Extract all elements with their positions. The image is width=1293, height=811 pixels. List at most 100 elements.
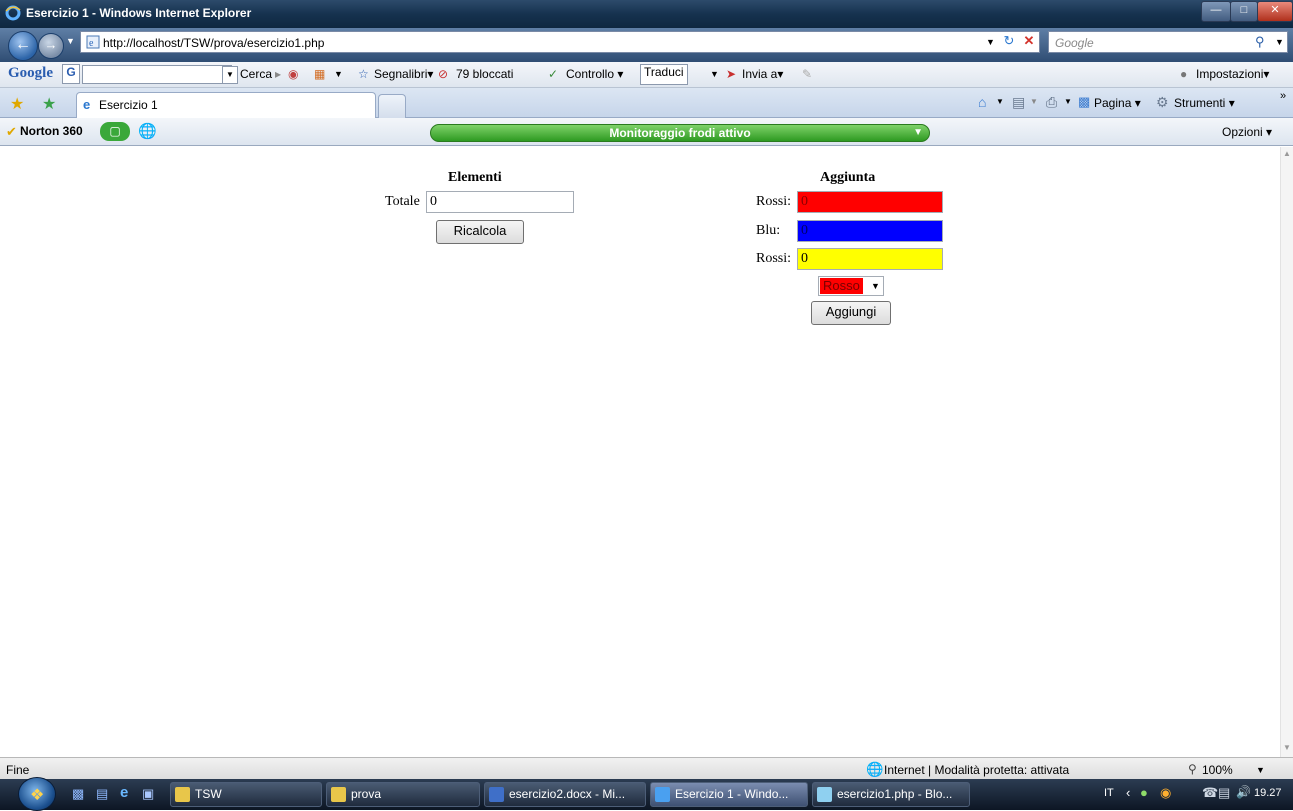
tab-esercizio-1[interactable]: e Esercizio 1	[76, 92, 376, 118]
page-icon: ▩	[1078, 94, 1091, 109]
volume-icon[interactable]: 🔊	[1236, 785, 1251, 799]
show-desktop-icon[interactable]: ▩	[72, 786, 84, 802]
clock[interactable]: 19.27	[1254, 787, 1282, 799]
spellcheck-button[interactable]: Controllo ▾	[566, 67, 623, 81]
home-icon[interactable]: ⌂	[978, 94, 986, 110]
recent-pages-dropdown-icon[interactable]: ▼	[66, 36, 75, 46]
translate-button[interactable]: Traduci	[640, 64, 688, 85]
news-icon[interactable]: ◉	[288, 67, 298, 81]
norton-toolbar: ✔ Norton 360 ▢ 🌐 Monitoraggio frodi atti…	[0, 118, 1293, 146]
total-input[interactable]: 0	[426, 191, 574, 213]
taskbar-item-notepad[interactable]: esercizio1.php - Blo...	[812, 782, 970, 807]
tools-menu-button[interactable]: Strumenti ▾	[1174, 96, 1235, 110]
google-menu-icon[interactable]: G	[62, 64, 80, 84]
search-options-icon[interactable]: ▼	[1275, 37, 1284, 47]
color-select[interactable]: Rosso ▼	[818, 276, 884, 296]
vertical-scrollbar[interactable]: ▲ ▼	[1280, 147, 1293, 757]
scroll-down-icon[interactable]: ▼	[1283, 743, 1291, 752]
favorites-star-icon[interactable]: ★	[10, 94, 24, 114]
rossi-input-2[interactable]: 0	[797, 248, 943, 270]
security-zone[interactable]: Internet | Modalità protetta: attivata	[884, 763, 1069, 777]
start-button[interactable]: ❖	[18, 777, 56, 811]
language-indicator[interactable]: IT	[1104, 787, 1114, 799]
feeds-icon[interactable]: ▤	[1012, 94, 1025, 111]
search-field[interactable]: Google ⚲ ▼	[1048, 31, 1288, 53]
print-icon[interactable]: ⎙	[1046, 94, 1057, 111]
url-dropdown-icon[interactable]: ▼	[986, 37, 995, 47]
norton-brand[interactable]: Norton 360	[20, 124, 83, 138]
ricalcola-button[interactable]: Ricalcola	[436, 220, 524, 244]
taskbar-item-word[interactable]: esercizio2.docx - Mi...	[484, 782, 646, 807]
chevron-down-icon[interactable]: ▼	[871, 281, 880, 291]
google-search-button[interactable]: Cerca	[240, 67, 272, 81]
new-tab-button[interactable]	[378, 94, 406, 118]
total-label: Totale	[385, 194, 420, 209]
network-icon[interactable]: ▤	[1218, 785, 1230, 801]
blu-label: Blu:	[756, 223, 781, 238]
blu-input[interactable]: 0	[797, 220, 943, 242]
zoom-level[interactable]: 100%	[1202, 763, 1233, 777]
pencil-icon[interactable]: ✎	[802, 67, 812, 81]
spellcheck-icon[interactable]: ✓	[548, 67, 558, 81]
send-to-button[interactable]: Invia a▾	[742, 67, 783, 81]
back-button[interactable]: ←	[8, 31, 38, 61]
search-icon[interactable]: ⚲	[1255, 34, 1265, 50]
rossi-label-1: Rossi:	[756, 194, 792, 209]
feeds-dropdown-icon[interactable]: ▼	[1030, 97, 1038, 106]
fraud-dropdown-icon[interactable]: ▼	[913, 125, 923, 141]
zoom-dropdown-icon[interactable]: ▼	[1256, 765, 1265, 775]
switch-windows-icon[interactable]: ▤	[96, 786, 108, 802]
url-field[interactable]: e http://localhost/TSW/prova/esercizio1.…	[80, 31, 1040, 53]
tab-page-icon: e	[83, 97, 91, 112]
notepad-icon	[817, 787, 832, 802]
color-select-value: Rosso	[820, 278, 863, 294]
stop-icon[interactable]: ✕	[1020, 33, 1038, 51]
arrow-icon[interactable]: ▸	[275, 67, 281, 81]
popup-blocked-count[interactable]: 79 bloccati	[456, 67, 513, 81]
home-dropdown-icon[interactable]: ▼	[996, 97, 1004, 106]
norton-pc-icon[interactable]: ▢	[100, 122, 130, 141]
chevron-down-icon[interactable]: ▼	[334, 69, 343, 79]
fraud-monitor-bar[interactable]: Monitoraggio frodi attivo ▼	[430, 124, 930, 142]
title-bar: Esercizio 1 - Windows Internet Explorer …	[0, 0, 1293, 28]
bookmarks-button[interactable]: Segnalibri▾	[374, 67, 433, 81]
ie-quicklaunch-icon[interactable]: e	[120, 784, 128, 801]
status-bar: Fine 🌐 Internet | Modalità protetta: att…	[0, 757, 1293, 779]
star-icon[interactable]: ☆	[358, 67, 369, 81]
print-dropdown-icon[interactable]: ▼	[1064, 97, 1072, 106]
minimize-button[interactable]: —	[1201, 1, 1231, 22]
rossi-input-1[interactable]: 0	[797, 191, 943, 213]
taskbar-item-tsw[interactable]: TSW	[170, 782, 322, 807]
norton-options-button[interactable]: Opzioni ▾	[1222, 125, 1272, 139]
page-menu-button[interactable]: Pagina ▾	[1094, 96, 1141, 110]
taskbar-item-ie[interactable]: Esercizio 1 - Windo...	[650, 782, 808, 807]
window-title: Esercizio 1 - Windows Internet Explorer	[26, 6, 252, 20]
page-content: Elementi Totale 0 Ricalcola Aggiunta Ros…	[0, 147, 1280, 757]
maximize-button[interactable]: □	[1230, 1, 1258, 22]
globe-icon[interactable]: 🌐	[138, 122, 157, 140]
search-placeholder: Google	[1055, 36, 1094, 50]
zoom-icon: ⚲	[1188, 762, 1197, 776]
google-search-dropdown-icon[interactable]: ▼	[222, 66, 238, 84]
norton-tray-icon[interactable]: ◉	[1160, 785, 1171, 801]
phone-tray-icon[interactable]: ☎	[1202, 785, 1218, 801]
taskbar-item-prova[interactable]: prova	[326, 782, 480, 807]
forward-button[interactable]: →	[38, 33, 64, 59]
add-favorite-icon[interactable]: ★	[42, 94, 56, 114]
translate-dropdown-icon[interactable]: ▼	[710, 69, 719, 79]
word-document-icon	[489, 787, 504, 802]
settings-button[interactable]: Impostazioni▾	[1196, 67, 1269, 81]
tray-expand-icon[interactable]: ‹	[1126, 785, 1130, 800]
aggiungi-button[interactable]: Aggiungi	[811, 301, 891, 325]
scroll-up-icon[interactable]: ▲	[1283, 149, 1291, 158]
tab-bar: ★ ★ e Esercizio 1 ⌂ ▼ ▤ ▼ ⎙ ▼ ▩ Pagina ▾…	[0, 88, 1293, 118]
folder-icon	[331, 787, 346, 802]
more-icon[interactable]: »	[1280, 90, 1286, 102]
google-search-input[interactable]	[82, 65, 232, 84]
quicklaunch-app-icon[interactable]: ▣	[142, 786, 154, 802]
tray-app-icon[interactable]: ●	[1140, 785, 1148, 800]
bookmark-color-icon[interactable]: ▦	[314, 67, 325, 81]
refresh-icon[interactable]: ↻	[999, 33, 1019, 51]
close-button[interactable]: ✕	[1257, 1, 1293, 22]
folder-icon	[175, 787, 190, 802]
